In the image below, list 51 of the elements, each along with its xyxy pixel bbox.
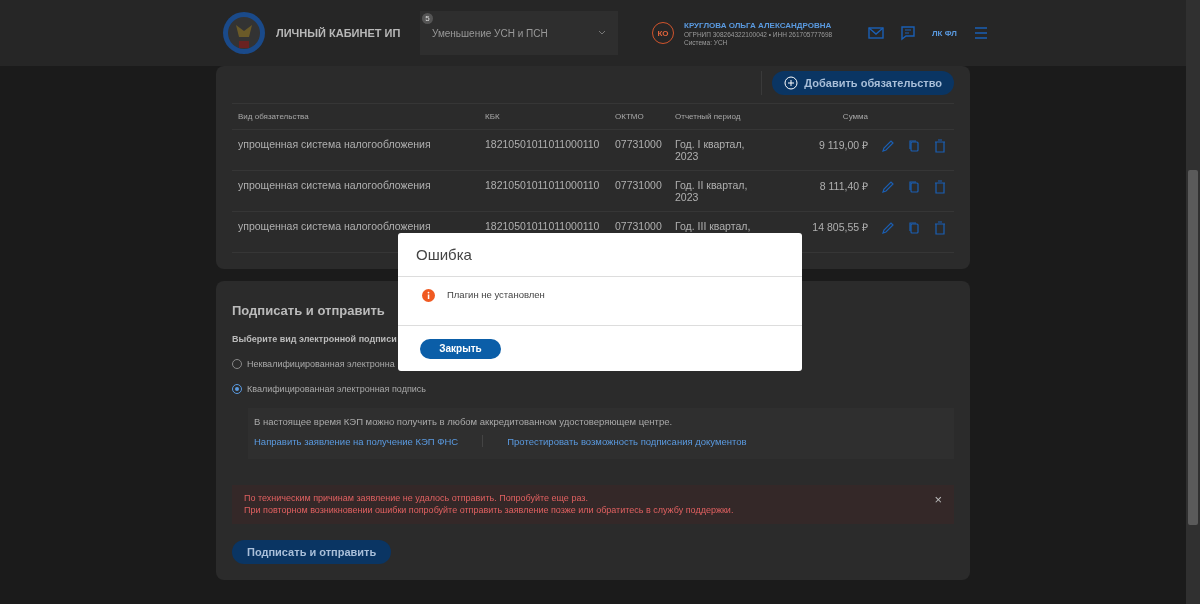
chat-icon[interactable] bbox=[900, 25, 916, 41]
copy-icon[interactable] bbox=[906, 220, 922, 236]
close-button[interactable]: × bbox=[934, 493, 942, 506]
sign-submit-button[interactable]: Подписать и отправить bbox=[232, 540, 392, 565]
dialog-message: Плагин не установлен bbox=[447, 289, 545, 300]
plus-circle-icon bbox=[784, 76, 799, 90]
trash-icon[interactable] bbox=[932, 179, 948, 195]
column-header: Отчетный период bbox=[669, 103, 763, 130]
radio-label[interactable]: Неквалифицированная электронна bbox=[247, 359, 395, 369]
column-header: КБК bbox=[479, 103, 609, 130]
trash-icon[interactable] bbox=[932, 220, 948, 236]
copy-icon[interactable] bbox=[906, 179, 922, 195]
table-cell: упрощенная система налогообложения bbox=[232, 170, 479, 212]
user-name[interactable]: КРУГЛОВА ОЛЬГА АЛЕКСАНДРОВНА bbox=[684, 20, 832, 30]
pencil-icon[interactable] bbox=[880, 179, 896, 195]
table-cell: Год. II квартал, 2023 bbox=[669, 170, 763, 212]
table-cell: упрощенная система налогообложения bbox=[232, 129, 479, 171]
signature-prompt: Выберите вид электронной подписи bbox=[232, 334, 397, 344]
section-title: Подписать и отправить bbox=[232, 302, 385, 318]
link[interactable]: Направить заявление на получение КЭП ФНС bbox=[254, 435, 459, 447]
trash-icon[interactable] bbox=[932, 138, 948, 154]
column-header: Сумма bbox=[763, 103, 874, 130]
column-header: ОКТМО bbox=[609, 103, 669, 130]
table-cell: Год. I квартал, 2023 bbox=[669, 129, 763, 171]
table-cell: 9 119,00 ₽ bbox=[763, 129, 874, 171]
info-icon bbox=[422, 289, 435, 302]
service-dropdown[interactable]: 5 Уменьшение УСН и ПСН bbox=[420, 11, 618, 55]
add-obligation-button[interactable]: Добавить обязательство bbox=[772, 71, 954, 95]
copy-icon[interactable] bbox=[906, 138, 922, 154]
pencil-icon[interactable] bbox=[880, 138, 896, 154]
emblem-icon bbox=[222, 11, 266, 55]
menu-icon[interactable] bbox=[972, 25, 989, 41]
mail-icon[interactable] bbox=[868, 25, 884, 41]
table-cell: 18210501011011000110 bbox=[479, 129, 609, 171]
table-cell: 07731000 bbox=[609, 170, 669, 212]
table-cell: 18210501011011000110 bbox=[479, 170, 609, 212]
link[interactable]: Протестировать возможность подписания документов bbox=[507, 435, 747, 447]
pencil-icon[interactable] bbox=[880, 220, 896, 236]
dialog-title: Ошибка bbox=[398, 233, 802, 277]
personal-account-link[interactable]: ЛК ФЛ bbox=[932, 28, 957, 38]
error-message: По техническим причинам заявление не удалось отправить. Попробуйте еще раз. При повторном возникновении ошибки попробуйте отправить заявление позже или обратитесь в службу поддержки. bbox=[244, 493, 734, 517]
chevron-icon bbox=[598, 30, 606, 36]
table-cell: 8 111,40 ₽ bbox=[763, 170, 874, 212]
radio-label[interactable]: Квалифицированная электронная подпись bbox=[247, 384, 426, 394]
scrollbar-thumb[interactable] bbox=[1188, 170, 1198, 525]
info-text: В настоящее время КЭП можно получить в любом аккредитованном удостоверяющем центре. bbox=[254, 416, 673, 427]
close-button[interactable]: Закрыть bbox=[420, 338, 501, 359]
table-cell: 07731000 bbox=[609, 129, 669, 171]
count-badge: 5 bbox=[422, 13, 433, 24]
cabinet-title: ЛИЧНЫЙ КАБИНЕТ ИП bbox=[276, 26, 402, 40]
column-header: Вид обязательства bbox=[232, 103, 479, 130]
